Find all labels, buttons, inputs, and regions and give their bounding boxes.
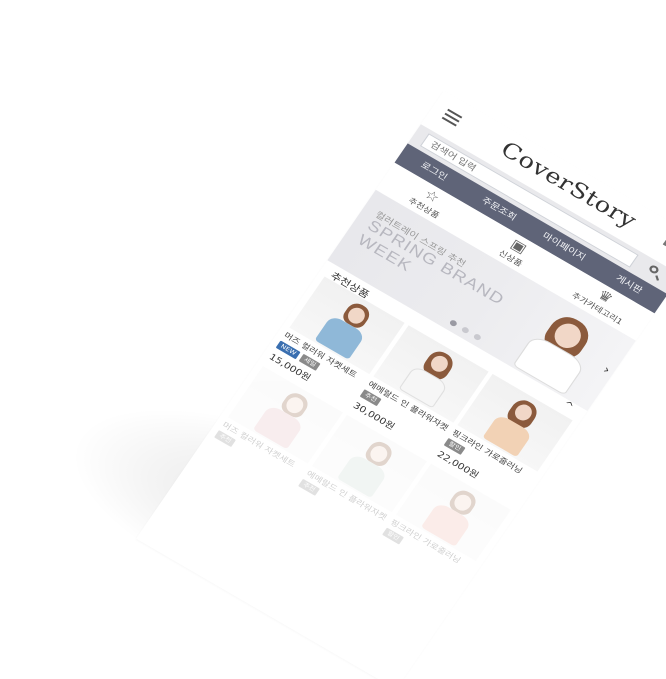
banner-pagination <box>448 319 482 342</box>
pagination-dot[interactable] <box>448 319 458 328</box>
banner-next-arrow-icon[interactable]: › <box>601 363 614 377</box>
stage: CoverStory 10 로그인 주문조회 마이페이지 게시판 ☆ 추천상품 <box>0 0 666 679</box>
pagination-dot[interactable] <box>460 326 470 335</box>
hamburger-menu-icon[interactable] <box>441 108 463 127</box>
mobile-mockup: CoverStory 10 로그인 주문조회 마이페이지 게시판 ☆ 추천상품 <box>136 90 666 679</box>
cart-icon[interactable]: 10 <box>661 235 666 258</box>
search-icon[interactable] <box>646 263 665 281</box>
pagination-dot[interactable] <box>472 332 482 342</box>
